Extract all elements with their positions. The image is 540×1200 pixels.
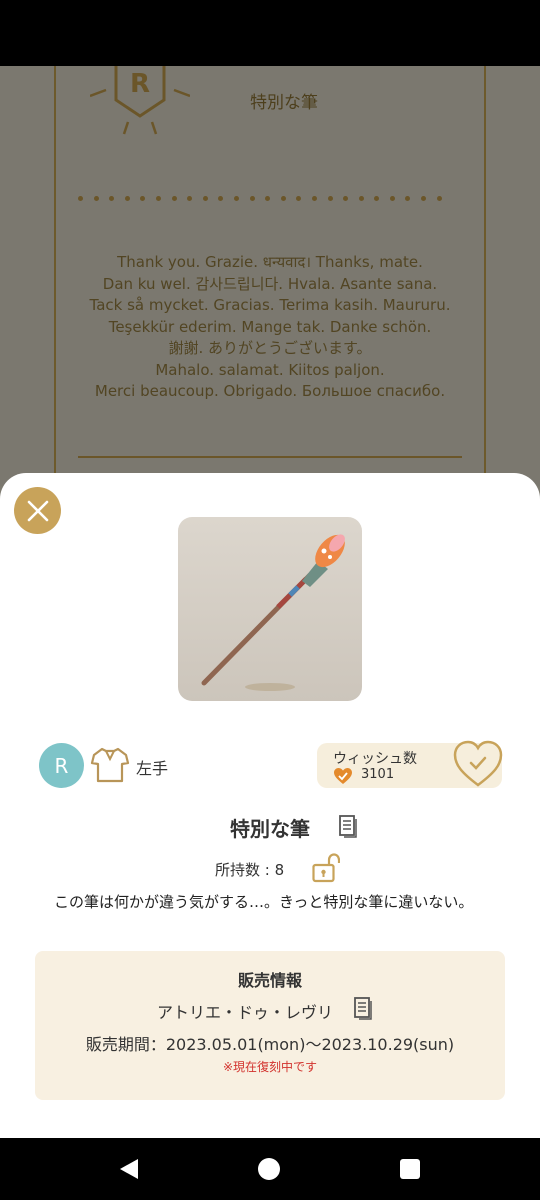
sales-info-box: 販売情報 アトリエ・ドゥ・レヴリ 販売期間：2023.05.01(mon)〜20… [35, 951, 505, 1100]
item-image [178, 517, 362, 701]
wish-label: ウィッシュ数 [333, 751, 417, 767]
wish-count: 3101 [361, 767, 395, 782]
item-detail-sheet: R 左手 ウィッシュ数 3101 特別な筆 所持数 : 8 この筆は何かが違う気… [0, 473, 540, 1138]
rarity-badge: R [39, 743, 84, 788]
sales-info-title: 販売情報 [237, 971, 302, 990]
background-divider [78, 456, 462, 458]
close-button[interactable] [14, 487, 61, 534]
background-title: 特別な筆 [250, 93, 318, 113]
nav-recent-icon[interactable] [400, 1159, 420, 1179]
background-page: R 特別な筆 Thank you. Grazie. धन्यवाद। Thank… [0, 66, 540, 486]
copy-icon[interactable] [353, 996, 373, 1020]
sales-period: 販売期間：2023.05.01(mon)〜2023.10.29(sun) [85, 1035, 455, 1054]
shirt-icon [90, 747, 130, 783]
dotted-divider [78, 186, 458, 201]
hand-label: 左手 [136, 759, 169, 778]
navigation-bar [0, 1138, 540, 1200]
shop-name[interactable]: アトリエ・ドゥ・レヴリ [157, 999, 333, 1023]
item-description: この筆は何かが違う気がする…。きっと特別な筆に違いない。 [54, 893, 474, 911]
status-bar [0, 0, 540, 66]
rarity-badge-icon: R [90, 66, 190, 135]
owned-count: 所持数 : 8 [215, 861, 285, 879]
brush-illustration [201, 534, 345, 691]
item-title: 特別な筆 [230, 817, 310, 841]
reissue-note: ※現在復刻中です [222, 1060, 318, 1074]
heart-icon [334, 768, 352, 784]
close-icon [27, 500, 48, 521]
svg-text:R: R [130, 69, 150, 99]
nav-home-icon[interactable] [258, 1158, 280, 1180]
wish-toggle-button[interactable] [452, 739, 504, 789]
nav-back-icon[interactable] [118, 1158, 140, 1180]
copy-icon[interactable] [338, 814, 358, 838]
thanks-text: Thank you. Grazie. धन्यवाद। Thanks, mate… [89, 253, 451, 400]
unlock-icon[interactable] [312, 853, 340, 883]
